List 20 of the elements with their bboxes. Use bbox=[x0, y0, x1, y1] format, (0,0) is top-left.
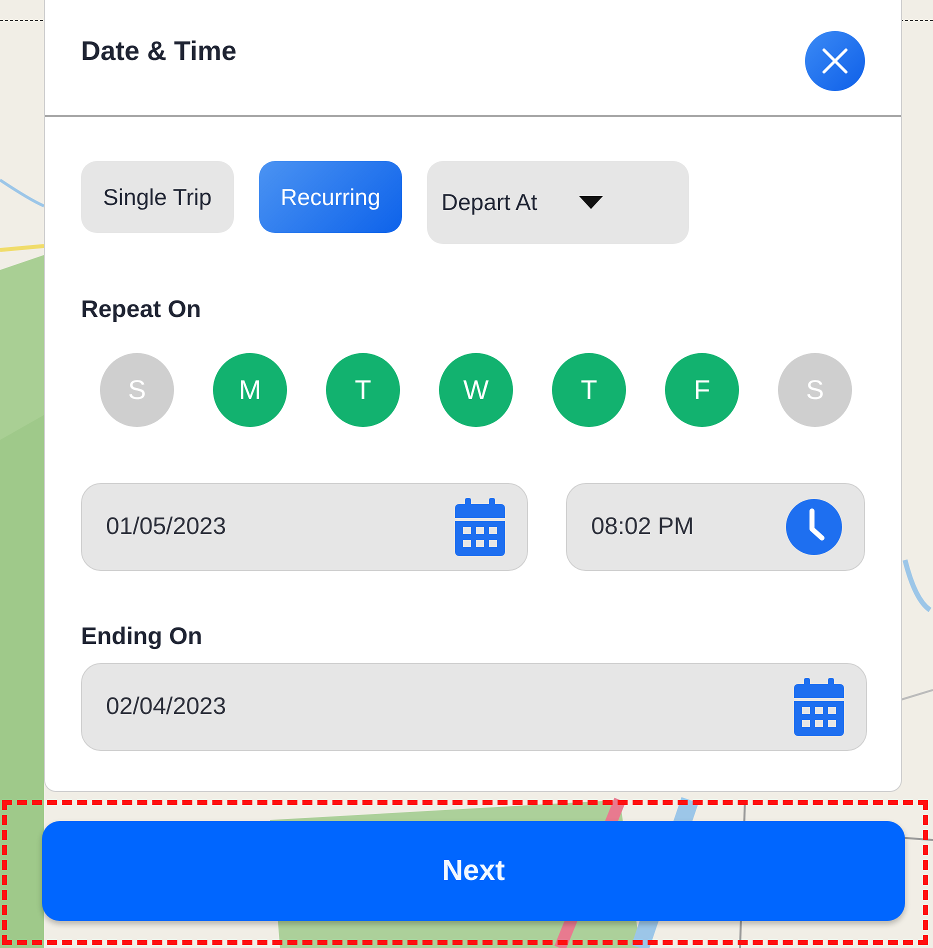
caret-icon bbox=[579, 196, 604, 209]
day-toggle[interactable]: T bbox=[326, 353, 400, 427]
calendar-icon[interactable] bbox=[455, 498, 506, 556]
date-field[interactable]: 02/04/2023 bbox=[81, 663, 867, 751]
section-label: Ending On bbox=[81, 623, 204, 651]
date-field[interactable]: 01/05/2023 bbox=[81, 483, 528, 571]
trip-type-tab[interactable]: Recurring bbox=[258, 161, 402, 233]
clock-icon[interactable] bbox=[786, 499, 842, 555]
dialog-title: Date & Time bbox=[81, 36, 237, 67]
day-toggle[interactable]: F bbox=[665, 353, 739, 427]
day-toggle[interactable]: T bbox=[552, 353, 626, 427]
trip-type-tab[interactable]: Single Trip bbox=[81, 161, 234, 233]
day-toggle[interactable]: M bbox=[213, 353, 287, 427]
calendar-icon[interactable] bbox=[794, 678, 844, 736]
time-field[interactable]: 08:02 PM bbox=[566, 483, 865, 571]
close-icon bbox=[822, 48, 848, 74]
day-toggle[interactable]: W bbox=[439, 353, 513, 427]
timing-dropdown[interactable]: Depart At bbox=[427, 161, 690, 244]
next-button[interactable]: Next bbox=[42, 821, 905, 921]
section-label: Repeat On bbox=[81, 296, 202, 324]
